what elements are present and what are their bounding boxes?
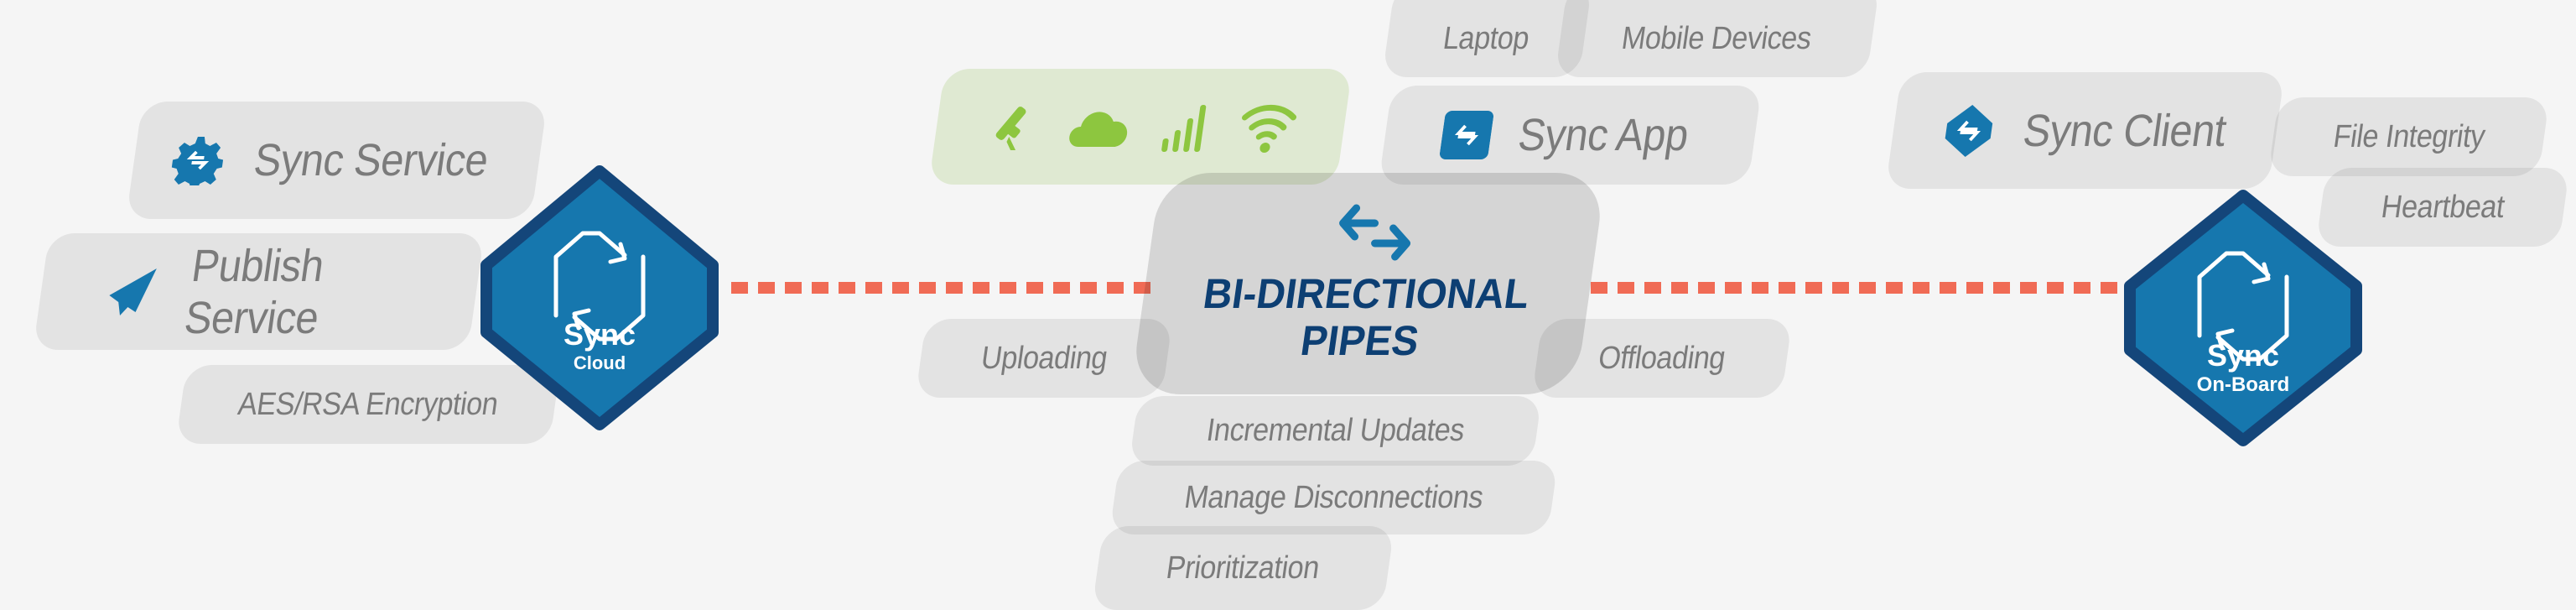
- connector-left: [731, 282, 1150, 294]
- mobile-devices-label: Mobile Devices: [1618, 20, 1814, 56]
- bidirectional-arrows-icon: [1338, 204, 1410, 261]
- file-integrity-pill: File Integrity: [2267, 97, 2550, 176]
- sync-cloud-title: Sync: [563, 317, 636, 352]
- feature-pill: Manage Disconnections: [1109, 461, 1559, 534]
- feature-pill: Prioritization: [1091, 526, 1395, 610]
- sync-app-label: Sync App: [1515, 110, 1692, 160]
- paper-plane-icon: [109, 268, 157, 315]
- feature-label: Prioritization: [1164, 550, 1322, 586]
- offloading-label: Offloading: [1596, 340, 1728, 376]
- publish-service-pill: Publish Service: [33, 233, 485, 350]
- connectivity-box: [928, 69, 1353, 185]
- pipes-title: BI-DIRECTIONAL PIPES: [1194, 270, 1533, 364]
- sync-onboard-hex: Sync On-Board: [2120, 189, 2366, 447]
- cloud-icon: [1069, 112, 1128, 147]
- feature-label: Incremental Updates: [1204, 413, 1467, 448]
- connector-right: [1591, 282, 2120, 294]
- wifi-icon: [1242, 104, 1297, 153]
- feature-label: Manage Disconnections: [1182, 479, 1486, 515]
- gear-sync-icon: [169, 137, 225, 185]
- encryption-label: AES/RSA Encryption: [236, 386, 501, 422]
- sync-client-pill: Sync Client: [1885, 72, 2285, 189]
- sync-client-hex-icon: [1945, 104, 1993, 157]
- sync-app-pill: Sync App: [1378, 86, 1763, 185]
- bidirectional-pipes-box: BI-DIRECTIONAL PIPES: [1130, 173, 1607, 394]
- sync-client-label: Sync Client: [2020, 105, 2230, 156]
- heartbeat-label: Heartbeat: [2379, 189, 2507, 225]
- sync-cloud-hex: Sync Cloud: [476, 164, 723, 431]
- sync-onboard-subtitle: On-Board: [2196, 373, 2290, 396]
- publish-service-label: Publish Service: [181, 240, 327, 343]
- sync-service-label: Sync Service: [251, 135, 491, 185]
- laptop-label: Laptop: [1441, 20, 1532, 56]
- sync-cloud-subtitle: Cloud: [573, 352, 626, 373]
- mobile-devices-pill: Mobile Devices: [1555, 0, 1880, 77]
- pipes-title-line2: PIPES: [1298, 317, 1422, 364]
- file-integrity-label: File Integrity: [2330, 118, 2487, 154]
- sync-app-icon: [1440, 111, 1494, 159]
- satellite-icon: [995, 107, 1026, 150]
- feature-pill: Incremental Updates: [1129, 396, 1542, 466]
- uploading-pill: Uploading: [915, 319, 1173, 398]
- uploading-label: Uploading: [979, 340, 1110, 376]
- pipes-title-line1: BI-DIRECTIONAL: [1200, 270, 1533, 317]
- signal-bars-icon: [1161, 105, 1207, 152]
- sync-onboard-title: Sync: [2206, 338, 2280, 373]
